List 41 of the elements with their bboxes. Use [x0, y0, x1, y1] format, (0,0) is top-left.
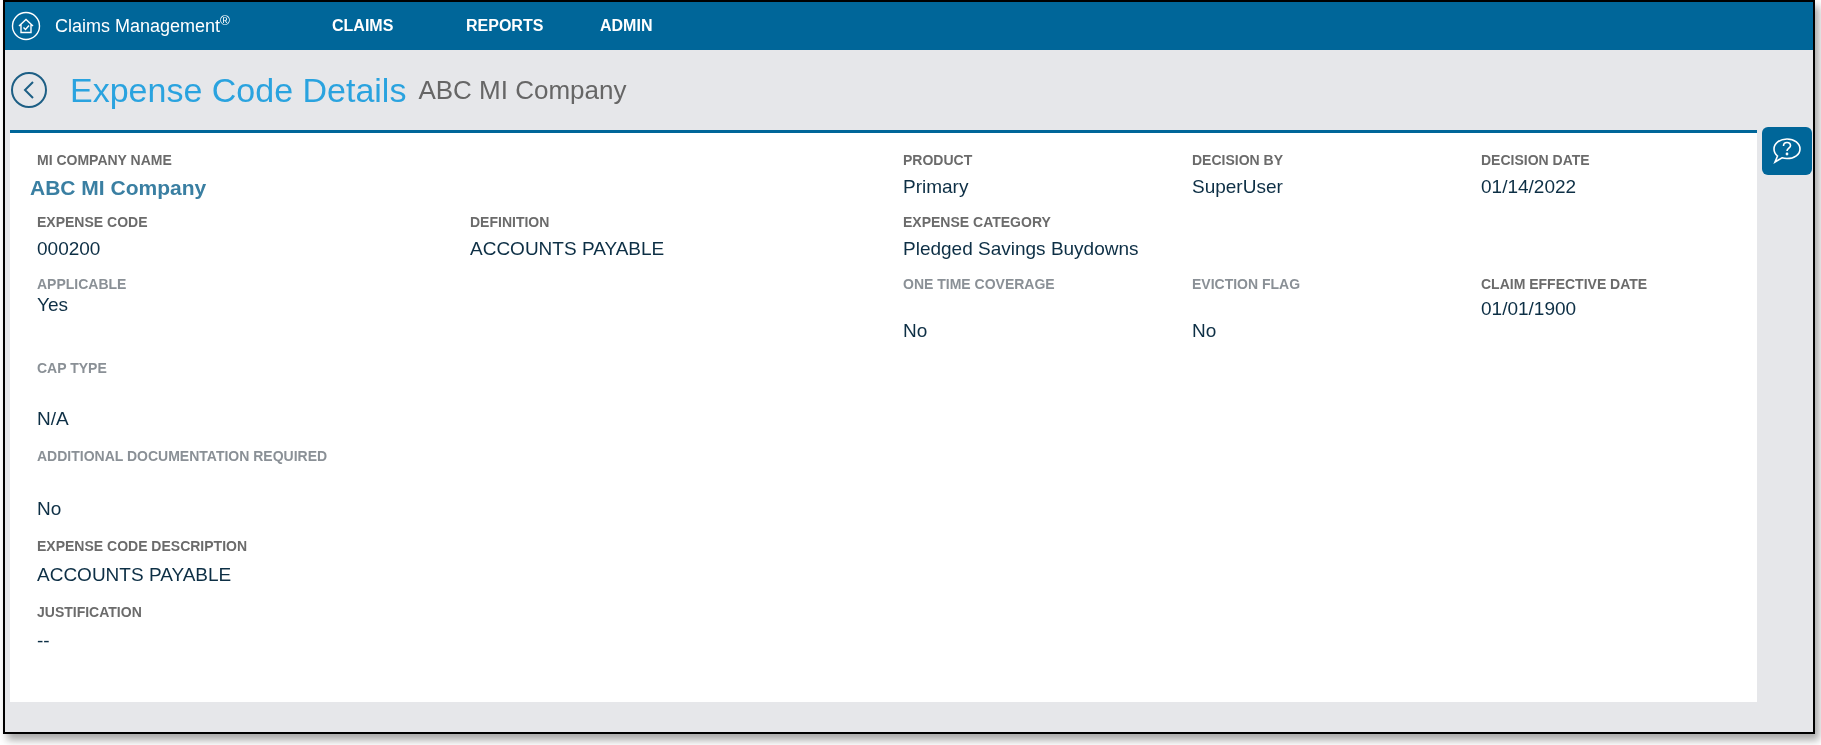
field-value: No: [37, 497, 63, 521]
field-value: 01/14/2022: [1481, 175, 1578, 199]
field-value: N/A: [37, 407, 70, 431]
app-title: Claims Management$^{®}$: [55, 12, 232, 38]
page-title: Expense Code Details: [70, 69, 407, 111]
field-value: ABC MI Company: [30, 175, 208, 201]
nav-link[interactable]: ADMIN: [600, 14, 734, 38]
field-value: No: [903, 319, 929, 343]
field-label: DECISION DATE: [1481, 151, 1591, 169]
field-label: ONE TIME COVERAGE: [903, 275, 1056, 293]
back-button[interactable]: [11, 72, 47, 108]
nav-link[interactable]: REPORTS: [466, 14, 600, 38]
page-subtitle: ABC MI Company: [418, 73, 627, 107]
chevron-left-icon: [22, 80, 36, 100]
field-label: DECISION BY: [1192, 151, 1284, 169]
field-value: --: [37, 629, 51, 653]
field-value: No: [1192, 319, 1218, 343]
field-label: DEFINITION: [470, 213, 551, 231]
nav-link[interactable]: CLAIMS: [332, 14, 466, 38]
field-label: PRODUCT: [903, 151, 974, 169]
field-label: CLAIM EFFECTIVE DATE: [1481, 275, 1649, 293]
field-value: Primary: [903, 175, 970, 199]
field-value: ACCOUNTS PAYABLE: [470, 237, 666, 261]
field-label: MI COMPANY NAME: [37, 151, 173, 169]
field-value: SuperUser: [1192, 175, 1284, 199]
field-value: Yes: [37, 293, 69, 317]
field-label: JUSTIFICATION: [37, 603, 143, 621]
field-label: EXPENSE CODE DESCRIPTION: [37, 537, 249, 555]
field-label: CAP TYPE: [37, 359, 108, 377]
field-label: EVICTION FLAG: [1192, 275, 1302, 293]
field-value: 01/01/1900: [1481, 297, 1578, 321]
field-label: APPLICABLE: [37, 275, 128, 293]
field-label: ADDITIONAL DOCUMENTATION REQUIRED: [37, 447, 329, 465]
help-button[interactable]: [1762, 127, 1812, 175]
field-value: ACCOUNTS PAYABLE: [37, 563, 233, 587]
home-icon: [11, 11, 41, 41]
field-value: 000200: [37, 237, 102, 261]
field-label: EXPENSE CATEGORY: [903, 213, 1052, 231]
help-chat-icon: [1772, 137, 1802, 165]
field-label: EXPENSE CODE: [37, 213, 149, 231]
field-value: Pledged Savings Buydowns: [903, 237, 1140, 261]
